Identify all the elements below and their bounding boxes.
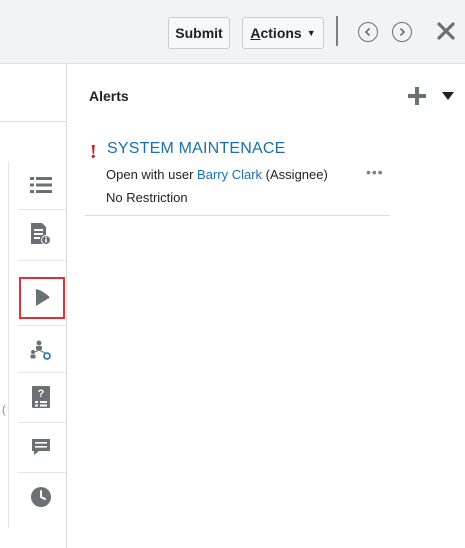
chevron-right-icon <box>399 27 406 37</box>
previous-button[interactable] <box>358 22 378 42</box>
chevron-down-icon: ▼ <box>306 28 316 38</box>
alert-restriction: No Restriction <box>106 190 188 205</box>
close-icon[interactable] <box>435 20 457 42</box>
rail-divider <box>18 422 66 423</box>
clipped-text: ( <box>2 404 6 416</box>
alerts-panel-title: Alerts <box>89 88 129 104</box>
content-divider <box>0 121 66 122</box>
alerts-tab[interactable] <box>19 277 65 319</box>
history-tab[interactable] <box>18 477 64 517</box>
rail-divider <box>18 372 66 373</box>
add-icon[interactable] <box>407 86 427 106</box>
bell-icon <box>35 289 50 306</box>
rail-divider <box>18 260 66 261</box>
document-info-icon <box>31 223 51 245</box>
history-clock-icon <box>31 487 51 507</box>
content-edge <box>8 162 9 528</box>
toolbar-divider <box>336 16 338 46</box>
assignee-link[interactable]: Barry Clark <box>197 167 262 182</box>
panel-separator <box>66 63 67 548</box>
next-button[interactable] <box>392 22 412 42</box>
chevron-left-icon <box>364 27 371 37</box>
alert-status-prefix: Open with user <box>106 167 198 182</box>
help-tab[interactable]: ? <box>18 377 64 417</box>
actions-menu-button[interactable]: Actions ▼ <box>242 17 324 49</box>
more-actions-icon[interactable]: ••• <box>366 164 384 180</box>
alert-status: Open with user Barry Clark (Assignee) <box>106 167 328 182</box>
alert-status-suffix: (Assignee) <box>262 167 328 182</box>
rail-divider <box>18 209 66 210</box>
svg-text:?: ? <box>38 388 45 400</box>
alert-list-item: ! SYSTEM MAINTENACE Open with user Barry… <box>85 137 390 216</box>
actions-label: ctions <box>260 25 302 41</box>
submit-button[interactable]: Submit <box>168 17 230 49</box>
workflow-tab[interactable] <box>18 330 64 370</box>
toolbar: Submit Actions ▼ <box>0 0 465 64</box>
comments-tab[interactable] <box>18 427 64 467</box>
list-tab[interactable] <box>18 165 64 205</box>
comment-icon <box>32 439 50 455</box>
details-tab[interactable] <box>18 214 64 254</box>
list-icon <box>30 177 52 193</box>
help-checklist-icon: ? <box>32 386 50 408</box>
rail-divider <box>18 472 66 473</box>
alert-priority-icon: ! <box>90 141 97 163</box>
submit-label: Submit <box>175 25 223 41</box>
chevron-down-icon[interactable] <box>442 92 454 100</box>
workflow-users-icon <box>30 340 51 360</box>
actions-accesskey: A <box>250 25 261 41</box>
alert-title-link[interactable]: SYSTEM MAINTENACE <box>107 140 286 158</box>
rail-divider <box>18 325 66 326</box>
